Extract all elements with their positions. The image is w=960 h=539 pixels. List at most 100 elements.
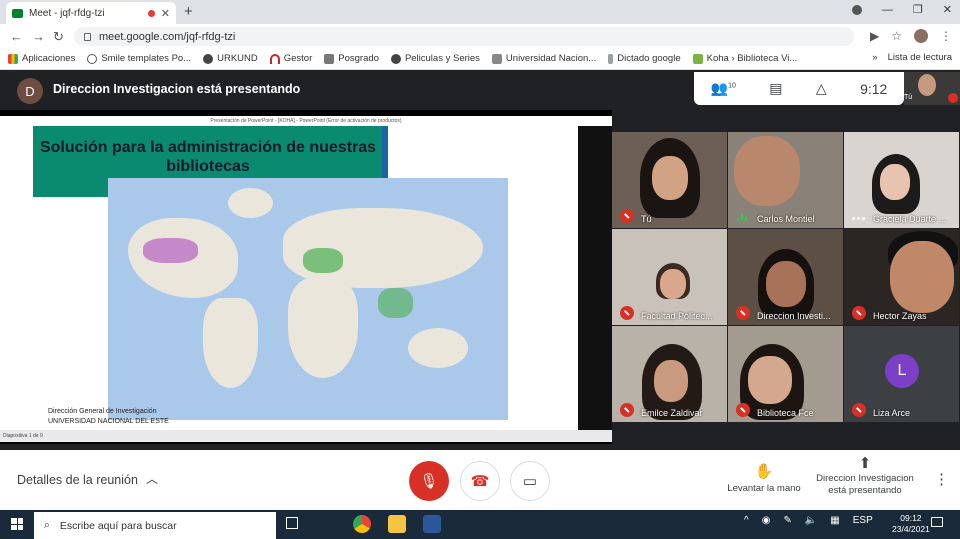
self-label: Tú — [904, 94, 913, 101]
participant-tile[interactable]: Direccion Investi... — [728, 229, 843, 325]
url-field[interactable]: meet.google.com/jqf-rfdg-tzi — [74, 27, 854, 46]
participant-name: Biblioteca Fce — [757, 408, 814, 418]
camera-icon: ▭ — [522, 473, 538, 490]
volume-icon[interactable]: 🔈 — [805, 515, 817, 526]
lock-icon — [84, 32, 91, 41]
more-options-icon[interactable] — [852, 217, 865, 220]
recording-indicator-icon — [147, 9, 155, 17]
bookmark-item[interactable]: Gestor — [269, 53, 312, 64]
meet-tray-icon[interactable]: ◉ — [762, 515, 771, 526]
chrome-menu-icon[interactable]: ⋮ — [940, 29, 952, 43]
world-map-image — [108, 178, 508, 420]
mic-toggle-button[interactable]: 🎙 — [409, 461, 449, 501]
mic-off-icon — [620, 306, 634, 320]
reload-button[interactable]: ↻ — [53, 29, 64, 45]
camera-toggle-button[interactable]: ▭ — [510, 461, 550, 501]
koha-icon — [692, 53, 703, 64]
taskbar-search-input[interactable]: ⌕ Escribe aquí para buscar — [34, 512, 276, 539]
more-options-icon[interactable]: ⋮ — [934, 470, 949, 488]
participant-tile[interactable]: Facultad Politec... — [612, 229, 727, 325]
leave-call-button[interactable]: ☎ — [460, 461, 500, 501]
profile-avatar[interactable] — [914, 29, 928, 43]
hang-up-icon: ☎ — [470, 473, 490, 490]
participant-tile[interactable]: Emilce Zaldivar — [612, 326, 727, 422]
slide-margin — [578, 126, 612, 430]
bookmark-item[interactable]: Universidad Nacion... — [491, 53, 596, 64]
reading-list-button[interactable]: Lista de lectura — [888, 52, 952, 63]
self-video — [918, 74, 936, 96]
forward-button[interactable]: → — [32, 29, 45, 44]
mic-off-icon — [620, 209, 634, 223]
raise-hand-button[interactable]: ✋ Levantar la mano — [716, 462, 812, 494]
windows-start-icon[interactable] — [11, 518, 23, 530]
profile-indicator-icon[interactable] — [851, 4, 862, 15]
slide-footer-line2: UNIVERSIDAD NACIONAL DEL ESTE — [48, 418, 169, 425]
chat-icon[interactable]: ▤ — [769, 80, 782, 97]
chrome-icon[interactable] — [353, 515, 371, 533]
self-view-thumbnail[interactable]: Tú — [904, 72, 960, 105]
pen-icon[interactable]: ✎ — [783, 515, 791, 526]
activities-icon[interactable]: △ — [816, 80, 827, 97]
taskbar-clock[interactable]: 09:12 23/4/2021 — [892, 513, 930, 535]
ppt-window-title: Presentación de PowerPoint - [KOHA] - Po… — [0, 116, 612, 126]
bookmark-item[interactable]: Peliculas y Series — [390, 53, 480, 64]
gestor-icon — [269, 53, 280, 64]
meeting-info-panel: 👥10 ▤ △ 9:12 — [694, 72, 904, 105]
apps-grid-icon — [8, 53, 18, 64]
participant-name: Graciela Duarte ... — [873, 214, 947, 224]
file-explorer-icon[interactable] — [388, 515, 406, 533]
present-now-button[interactable]: ⬆ Direccion Investigacion está presentan… — [812, 455, 918, 497]
participant-tile[interactable]: Graciela Duarte ... — [844, 132, 959, 228]
extension-area: ▶ ☆ ⋮ — [870, 29, 952, 43]
participant-tile[interactable]: Carlos Montiel — [728, 132, 843, 228]
system-tray: ^ ◉ ✎ 🔈 ▦ ESP — [744, 515, 873, 526]
word-icon[interactable] — [423, 515, 441, 533]
bookmark-item[interactable]: Aplicaciones — [8, 53, 75, 64]
close-window-button[interactable]: ✕ — [943, 3, 952, 16]
search-icon: ⌕ — [44, 519, 50, 531]
task-view-icon[interactable] — [286, 517, 298, 529]
bookmark-item[interactable]: Smile templates Po... — [87, 53, 191, 64]
participant-tile[interactable]: Hector Zayas — [844, 229, 959, 325]
globe-icon — [203, 53, 214, 64]
participant-tile[interactable]: Biblioteca Fce — [728, 326, 843, 422]
mic-off-icon: 🎙 — [419, 473, 439, 490]
participant-name: Tú — [641, 214, 652, 224]
participant-name: Carlos Montiel — [757, 214, 815, 224]
participant-name: Facultad Politec... — [641, 311, 713, 321]
chevron-up-icon[interactable]: ^ — [744, 515, 749, 526]
mic-off-icon — [852, 306, 866, 320]
new-tab-button[interactable]: + — [184, 3, 193, 20]
participant-tile[interactable]: L Liza Arce — [844, 326, 959, 422]
bookmark-item[interactable]: URKUND — [203, 53, 258, 64]
people-icon: 👥 — [710, 80, 729, 96]
mic-off-icon — [620, 403, 634, 417]
meeting-details-button[interactable]: Detalles de la reunión — [17, 473, 138, 487]
speaking-indicator-icon — [737, 213, 747, 221]
minimize-button[interactable]: — — [882, 4, 893, 16]
bookmark-item[interactable]: Dictado google — [608, 53, 681, 64]
participant-name: Liza Arce — [873, 408, 911, 418]
back-button[interactable]: ← — [10, 29, 23, 44]
notification-icon[interactable] — [931, 517, 943, 527]
bookmark-star-icon[interactable]: ☆ — [891, 29, 902, 43]
close-tab-icon[interactable]: ✕ — [161, 7, 170, 20]
participant-tile[interactable]: Tú — [612, 132, 727, 228]
chevron-up-icon[interactable]: ︿ — [146, 470, 158, 487]
participant-avatar: L — [885, 354, 919, 388]
participant-name: Direccion Investi... — [757, 311, 831, 321]
language-indicator[interactable]: ESP — [853, 515, 873, 526]
more-bookmarks-icon[interactable]: » — [872, 52, 877, 63]
present-screen-icon: ⬆ — [858, 455, 872, 472]
mic-off-icon — [852, 403, 866, 417]
url-text: meet.google.com/jqf-rfdg-tzi — [99, 30, 236, 43]
bookmark-item[interactable]: Koha › Biblioteca Vi... — [692, 53, 797, 64]
bookmarks-bar: Aplicaciones Smile templates Po... URKUN… — [0, 48, 960, 70]
participants-button[interactable]: 👥10 — [711, 80, 736, 97]
browser-tab[interactable]: Meet - jqf-rfdg-tzi ✕ — [6, 2, 176, 24]
mic-off-icon — [948, 93, 958, 103]
maximize-button[interactable]: ❐ — [913, 3, 923, 16]
bookmark-item[interactable]: Posgrado — [324, 53, 379, 64]
network-icon[interactable]: ▦ — [830, 515, 839, 526]
camera-permission-icon[interactable]: ▶ — [870, 29, 879, 43]
